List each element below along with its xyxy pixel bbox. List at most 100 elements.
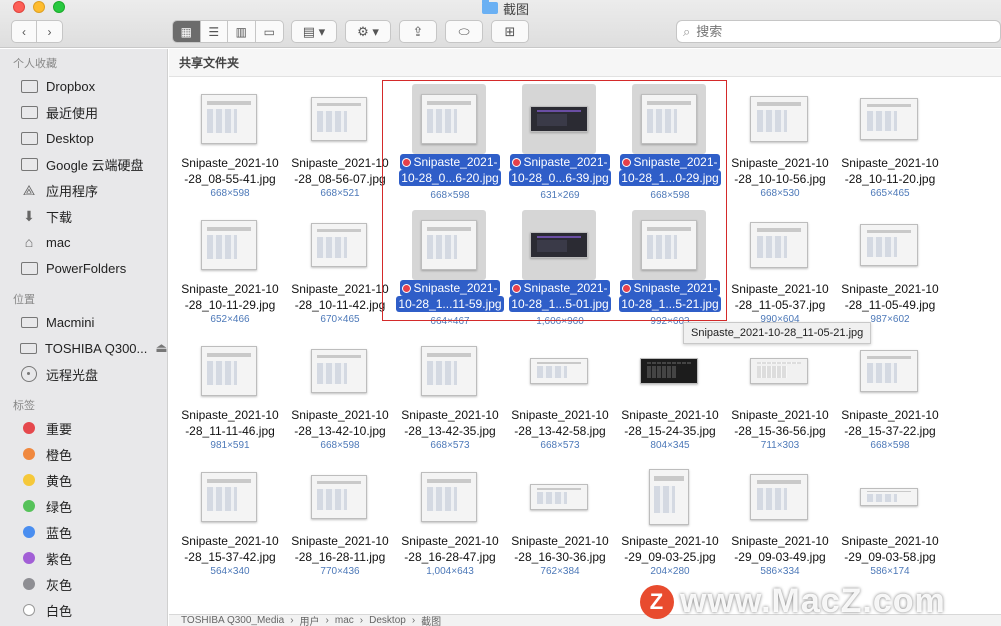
file-item[interactable]: Snipaste_2021-10 -28_10-10-56.jpg 668×530 xyxy=(725,78,835,204)
file-item[interactable]: Snipaste_2021-10-28_0...6-39.jpg 631×269 xyxy=(505,78,615,204)
file-dimensions: 1,004×643 xyxy=(426,566,474,577)
file-item[interactable]: Snipaste_2021-10 -28_10-11-20.jpg 665×465 xyxy=(835,78,945,204)
file-item[interactable]: Snipaste_2021-10 -28_15-37-22.jpg 668×598 xyxy=(835,330,945,456)
path-component[interactable]: Desktop xyxy=(369,615,406,626)
file-item[interactable]: Snipaste_2021-10 -28_16-28-47.jpg 1,004×64… xyxy=(395,456,505,582)
sidebar-item-google-drive[interactable]: Google 云端硬盘 xyxy=(0,151,167,177)
sidebar-tag-item[interactable]: 黄色 xyxy=(0,467,167,493)
search-input[interactable] xyxy=(696,24,977,39)
file-name: Snipaste_2021-10 -28_13-42-10.jpg xyxy=(285,407,395,439)
path-component[interactable]: mac xyxy=(335,615,354,626)
file-item[interactable]: Snipaste_2021-10 -28_11-05-37.jpg 990×604 xyxy=(725,204,835,330)
file-name-line-1: Snipaste_2021-10 xyxy=(395,533,505,549)
path-separator-icon: › xyxy=(325,615,329,626)
tags-button[interactable]: ⬭ xyxy=(445,20,483,43)
tag-color-icon xyxy=(23,604,35,616)
new-folder-button[interactable]: ⊞ xyxy=(491,20,529,43)
file-name-line-2: -28_16-28-47.jpg xyxy=(404,550,496,564)
sidebar-item-toshiba[interactable]: TOSHIBA Q300... ⏏ xyxy=(0,335,167,361)
file-item[interactable]: Snipaste_2021-10 -28_11-05-49.jpg 987×602 xyxy=(835,204,945,330)
file-item[interactable]: Snipaste_2021-10 -28_08-56-07.jpg 668×521 xyxy=(285,78,395,204)
share-button[interactable]: ⇪ xyxy=(399,20,437,43)
file-thumbnail-image xyxy=(750,358,808,384)
file-item[interactable]: Snipaste_2021-10 -28_13-42-58.jpg 668×573 xyxy=(505,330,615,456)
file-name-line-1: Snipaste_2021-10 xyxy=(285,533,395,549)
file-item[interactable]: Snipaste_2021-10 -29_09-03-25.jpg 204×280 xyxy=(615,456,725,582)
back-button[interactable]: ‹ xyxy=(12,21,38,42)
search-field[interactable]: ⌕ xyxy=(676,20,1001,43)
file-dimensions: 668×598 xyxy=(870,440,910,451)
file-thumbnail-frame xyxy=(192,462,266,532)
file-name-text-1: Snipaste_2021- xyxy=(633,281,718,295)
path-separator-icon: › xyxy=(290,615,294,626)
path-component[interactable]: 截图 xyxy=(421,615,441,626)
sidebar-tag-item[interactable]: 橙色 xyxy=(0,441,167,467)
sidebar-item-remote-disc[interactable]: 远程光盘 xyxy=(0,361,167,387)
path-component[interactable]: 用户 xyxy=(300,615,320,626)
minimize-window-button[interactable] xyxy=(33,1,45,13)
sidebar-tag-item[interactable]: 紫色 xyxy=(0,545,167,571)
file-dimensions: 668×521 xyxy=(320,188,360,199)
file-item[interactable]: Snipaste_2021-10 -28_13-42-35.jpg 668×573 xyxy=(395,330,505,456)
sidebar-tag-item[interactable]: 重要 xyxy=(0,415,167,441)
file-item[interactable]: Snipaste_2021-10 -28_08-55-41.jpg 668×598 xyxy=(175,78,285,204)
forward-button[interactable]: › xyxy=(37,21,62,42)
gallery-view-button[interactable]: ▭ xyxy=(256,21,283,42)
sidebar-tag-item[interactable]: 绿色 xyxy=(0,493,167,519)
icon-view-button[interactable]: ▦ xyxy=(173,21,201,42)
file-thumbnail-image xyxy=(641,220,697,270)
file-item[interactable]: Snipaste_2021-10 -29_09-03-58.jpg 586×174 xyxy=(835,456,945,582)
file-dimensions: 711×303 xyxy=(760,440,800,451)
file-thumbnail-frame xyxy=(412,336,486,406)
file-item[interactable]: Snipaste_2021-10 -28_15-37-42.jpg 564×340 xyxy=(175,456,285,582)
file-thumbnail-image xyxy=(311,223,367,267)
sidebar-tag-item[interactable]: 白色 xyxy=(0,597,167,623)
file-name-text-1: Snipaste_2021- xyxy=(523,281,608,295)
file-thumbnail-image xyxy=(530,358,588,384)
sidebar-item-macmini[interactable]: Macmini xyxy=(0,309,167,335)
column-view-button[interactable]: ▥ xyxy=(228,21,256,42)
file-item[interactable]: Snipaste_2021-10-28_1...5-01.jpg 1,606×96… xyxy=(505,204,615,330)
file-item[interactable]: Snipaste_2021-10-28_1...0-29.jpg 668×598 xyxy=(615,78,725,204)
sidebar-item-home[interactable]: ⌂ mac xyxy=(0,229,167,255)
sidebar-tag-item[interactable]: 蓝色 xyxy=(0,519,167,545)
zoom-window-button[interactable] xyxy=(53,1,65,13)
file-name-text-1: Snipaste_2021-10 xyxy=(621,408,719,422)
group-icon: ▤ ▾ xyxy=(302,23,326,39)
file-item[interactable]: Snipaste_2021-10-28_1...11-59.jpg 664×467 xyxy=(395,204,505,330)
computer-icon xyxy=(20,314,38,330)
tag-color-icon xyxy=(23,422,35,434)
file-thumbnail-frame xyxy=(522,462,596,532)
file-item[interactable]: Snipaste_2021-10-28_1...5-21.jpg 992×603 xyxy=(615,204,725,330)
list-view-button[interactable]: ☰ xyxy=(201,21,228,42)
file-name-text-1: Snipaste_2021-10 xyxy=(401,408,499,422)
file-item[interactable]: Snipaste_2021-10 -28_10-11-29.jpg 652×466 xyxy=(175,204,285,330)
action-menu-button[interactable]: ⚙ ▾ xyxy=(345,20,391,43)
sidebar-item-recents[interactable]: 最近使用 xyxy=(0,99,167,125)
file-item[interactable]: Snipaste_2021-10 -28_13-42-10.jpg 668×598 xyxy=(285,330,395,456)
file-item[interactable]: Snipaste_2021-10 -28_16-30-36.jpg 762×384 xyxy=(505,456,615,582)
file-item[interactable]: Snipaste_2021-10 -28_10-11-42.jpg 670×465 xyxy=(285,204,395,330)
folder-icon xyxy=(20,156,38,172)
recents-icon xyxy=(20,104,38,120)
eject-icon[interactable]: ⏏ xyxy=(155,340,167,356)
sidebar-item-powerfolders[interactable]: PowerFolders xyxy=(0,255,167,281)
file-item[interactable]: Snipaste_2021-10 -28_16-28-11.jpg 770×436 xyxy=(285,456,395,582)
file-item[interactable]: Snipaste_2021-10 -28_15-36-56.jpg 711×303 xyxy=(725,330,835,456)
file-thumbnail-image xyxy=(201,220,257,270)
sidebar-tag-item[interactable]: 灰色 xyxy=(0,571,167,597)
sidebar-item-downloads[interactable]: ⬇ 下载 xyxy=(0,203,167,229)
sidebar-item-desktop[interactable]: Desktop xyxy=(0,125,167,151)
file-dimensions: 668×598 xyxy=(430,190,470,201)
sidebar-item-dropbox[interactable]: Dropbox xyxy=(0,73,167,99)
file-item[interactable]: Snipaste_2021-10-28_0...6-20.jpg 668×598 xyxy=(395,78,505,204)
close-window-button[interactable] xyxy=(13,1,25,13)
file-item[interactable]: Snipaste_2021-10 -29_09-03-49.jpg 586×334 xyxy=(725,456,835,582)
file-item[interactable]: Snipaste_2021-10 -28_11-11-46.jpg 981×591 xyxy=(175,330,285,456)
folder-icon xyxy=(20,130,38,146)
sidebar-item-applications[interactable]: ⟁ 应用程序 xyxy=(0,177,167,203)
file-name-line-2: -29_09-03-58.jpg xyxy=(844,550,936,564)
path-component[interactable]: TOSHIBA Q300_Media xyxy=(181,615,284,626)
file-item[interactable]: Snipaste_2021-10 -28_15-24-35.jpg 804×345 xyxy=(615,330,725,456)
group-by-button[interactable]: ▤ ▾ xyxy=(291,20,337,43)
